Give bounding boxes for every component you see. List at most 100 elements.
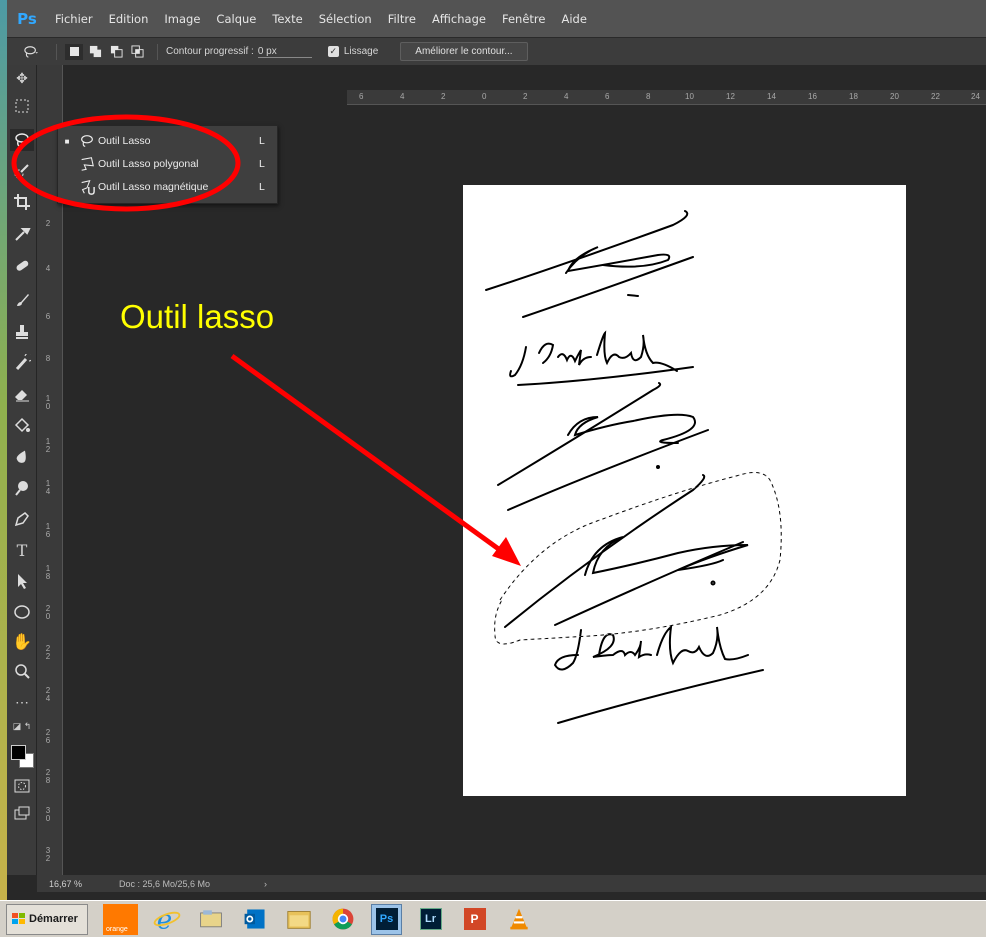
- start-button[interactable]: Démarrer: [6, 903, 88, 935]
- history-brush-tool[interactable]: [10, 352, 34, 374]
- antialias-checkbox[interactable]: ✓: [327, 46, 339, 57]
- status-bar: 16,67 % Doc : 25,6 Mo/25,6 Mo ›: [37, 875, 986, 892]
- zoom-icon: [15, 664, 30, 679]
- ruler-label: 6: [359, 92, 364, 101]
- outlook-icon[interactable]: [239, 904, 270, 935]
- folder-icon[interactable]: [283, 904, 314, 935]
- flyout-item-magnetic-lasso[interactable]: Outil Lasso magnétique L: [58, 176, 277, 198]
- eraser-tool[interactable]: [10, 383, 34, 405]
- flyout-label: Outil Lasso polygonal: [98, 158, 199, 170]
- separator: [56, 43, 57, 60]
- screen-mode-button[interactable]: [10, 803, 34, 825]
- lasso-tools-flyout: ■ Outil Lasso L Outil Lasso polygonal L …: [57, 125, 278, 204]
- menu-edition[interactable]: Edition: [101, 12, 157, 26]
- ruler-label: 26: [45, 728, 51, 745]
- add-selection-button[interactable]: [86, 44, 104, 60]
- path-selection-tool[interactable]: [10, 570, 34, 592]
- photoshop-logo: Ps: [17, 9, 37, 28]
- subtract-selection-icon: [110, 45, 123, 58]
- menu-calque[interactable]: Calque: [208, 12, 264, 26]
- menu-fenetre[interactable]: Fenêtre: [494, 12, 553, 26]
- ruler-label: 24: [971, 92, 980, 101]
- photoshop-icon[interactable]: Ps: [371, 903, 402, 935]
- menu-selection[interactable]: Sélection: [311, 12, 380, 26]
- pen-tool[interactable]: [10, 508, 34, 530]
- eyedropper-tool[interactable]: [10, 223, 34, 245]
- arrow-cursor-icon: [18, 574, 27, 589]
- intersect-selection-button[interactable]: [128, 44, 146, 60]
- ruler-label: 6: [45, 312, 51, 321]
- status-menu-arrow[interactable]: ›: [264, 879, 267, 889]
- menu-aide[interactable]: Aide: [553, 12, 594, 26]
- internet-explorer-icon[interactable]: e: [151, 904, 182, 935]
- start-label: Démarrer: [29, 913, 78, 925]
- quick-mask-icon: [14, 779, 30, 793]
- powerpoint-icon[interactable]: P: [459, 904, 490, 935]
- zoom-tool[interactable]: [10, 660, 34, 682]
- menu-texte[interactable]: Texte: [264, 12, 310, 26]
- crop-tool[interactable]: [10, 191, 34, 213]
- screen-mode-icon: [14, 806, 30, 820]
- quick-mask-button[interactable]: [10, 775, 34, 797]
- intersect-selection-icon: [130, 45, 144, 58]
- zoom-level[interactable]: 16,67 %: [37, 879, 119, 889]
- ruler-label: 4: [564, 92, 569, 101]
- hand-icon: ✋: [12, 634, 32, 651]
- ruler-label: 14: [767, 92, 776, 101]
- lasso-tool[interactable]: [10, 129, 34, 151]
- menu-filtre[interactable]: Filtre: [380, 12, 424, 26]
- refine-edge-button[interactable]: Améliorer le contour...: [400, 42, 528, 61]
- eraser-icon: [15, 390, 29, 402]
- menu-bar: Ps Fichier Edition Image Calque Texte Sé…: [7, 0, 986, 37]
- menu-affichage[interactable]: Affichage: [424, 12, 494, 26]
- foreground-color-swatch[interactable]: [11, 745, 26, 760]
- type-tool[interactable]: T: [10, 539, 34, 561]
- ruler-label: 30: [45, 806, 51, 823]
- ruler-label: 10: [45, 394, 51, 411]
- type-icon: T: [16, 540, 28, 560]
- brush-tool[interactable]: [10, 289, 34, 311]
- quick-selection-tool[interactable]: [10, 160, 34, 182]
- vlc-icon[interactable]: [503, 904, 534, 935]
- paint-bucket-icon: [14, 417, 30, 433]
- lasso-icon: [76, 133, 98, 149]
- default-colors-swap[interactable]: ◪ ↰: [10, 715, 34, 737]
- new-selection-button[interactable]: [65, 43, 83, 60]
- options-bar: Contour progressif : 0 px ✓ Lissage Amél…: [7, 37, 986, 65]
- ruler-label: 2: [523, 92, 528, 101]
- healing-brush-tool[interactable]: [10, 255, 34, 277]
- flyout-item-polygonal-lasso[interactable]: Outil Lasso polygonal L: [58, 153, 277, 175]
- orange-icon[interactable]: orange: [103, 903, 138, 935]
- menu-image[interactable]: Image: [156, 12, 208, 26]
- marquee-tool[interactable]: [10, 95, 34, 117]
- flyout-shortcut: L: [259, 135, 265, 147]
- swap-colors-icon: ◪ ↰: [12, 720, 32, 731]
- chrome-icon[interactable]: [327, 904, 358, 935]
- marquee-icon: [15, 99, 29, 113]
- polygonal-lasso-icon: [76, 156, 98, 172]
- ruler-label: 6: [605, 92, 610, 101]
- blur-tool[interactable]: [10, 446, 34, 468]
- subtract-selection-button[interactable]: [107, 44, 125, 60]
- flyout-item-lasso[interactable]: ■ Outil Lasso L: [58, 130, 277, 152]
- ruler-label: 12: [726, 92, 735, 101]
- ruler-label: 16: [808, 92, 817, 101]
- move-icon: ✥: [16, 69, 28, 86]
- feather-input[interactable]: 0 px: [257, 46, 312, 58]
- history-brush-icon: [15, 354, 31, 371]
- document-canvas[interactable]: [463, 185, 906, 796]
- move-tool[interactable]: ✥: [10, 67, 34, 89]
- more-tools[interactable]: ⋯: [10, 691, 34, 713]
- clone-stamp-tool[interactable]: [10, 321, 34, 343]
- explorer-icon[interactable]: [195, 904, 226, 935]
- tool-preset-picker[interactable]: [17, 44, 45, 60]
- lightroom-icon[interactable]: Lr: [415, 904, 446, 935]
- ellipse-tool[interactable]: [10, 601, 34, 623]
- hand-tool[interactable]: ✋: [10, 631, 34, 653]
- flyout-label: Outil Lasso: [98, 135, 151, 147]
- dodge-tool[interactable]: [10, 477, 34, 499]
- ruler-label: 20: [45, 604, 51, 621]
- paint-bucket-tool[interactable]: [10, 415, 34, 437]
- crop-icon: [14, 194, 30, 210]
- menu-fichier[interactable]: Fichier: [47, 12, 101, 26]
